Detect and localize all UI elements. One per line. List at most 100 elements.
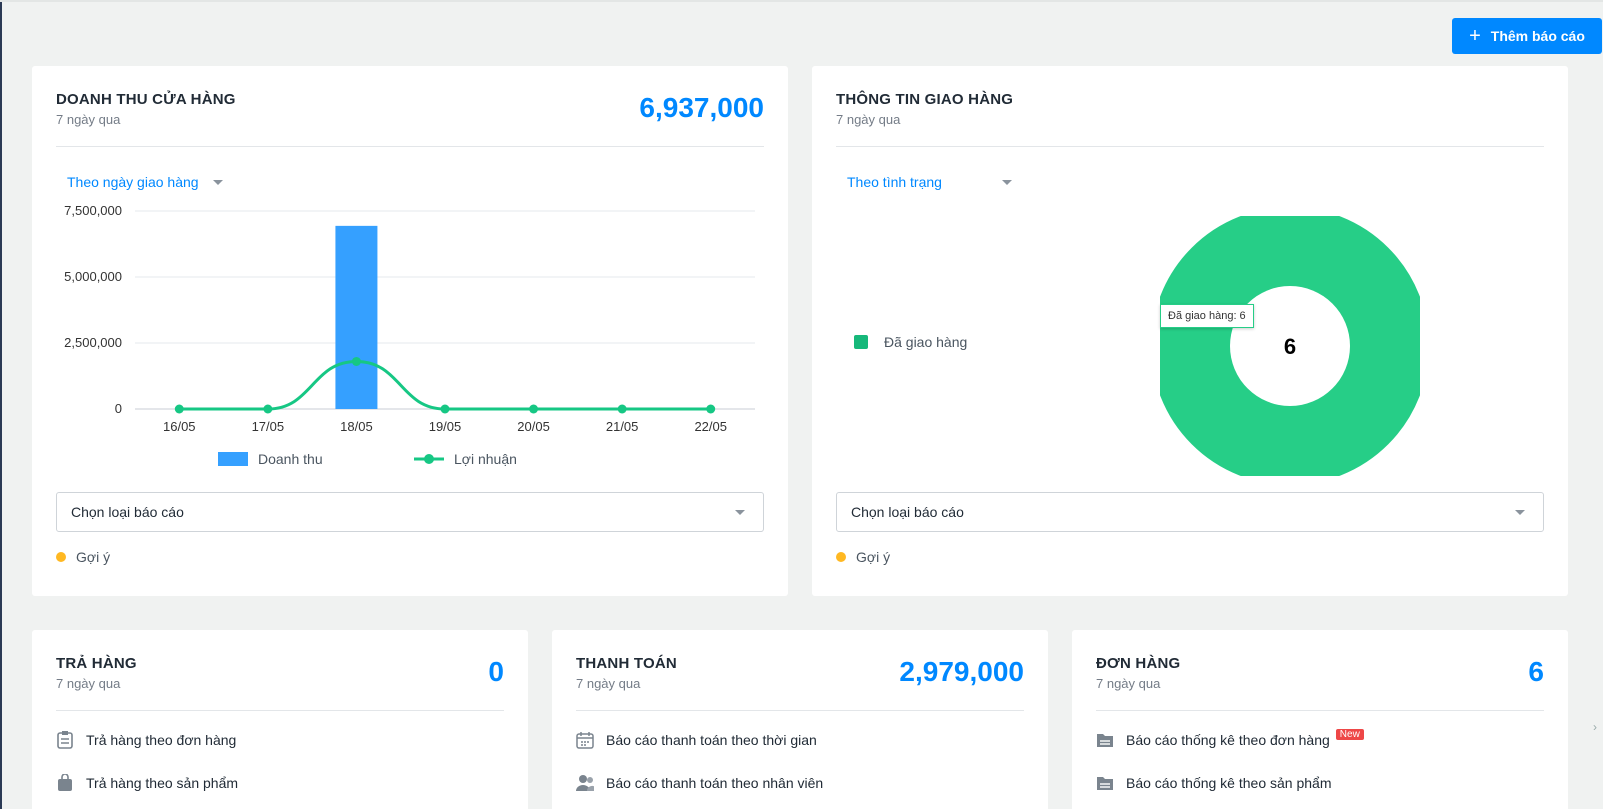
profit-point[interactable] [440, 404, 450, 414]
checklist-icon [56, 731, 74, 749]
hint-label: Gợi ý [856, 549, 891, 565]
revenue-report-type-select[interactable]: Chọn loại báo cáo [56, 492, 764, 532]
donut-center-value: 6 [1284, 334, 1296, 359]
payments-by-time-link[interactable]: Báo cáo thanh toán theo thời gian [576, 731, 817, 749]
plus-icon: + [1469, 25, 1481, 47]
select-label: Chọn loại báo cáo [851, 504, 964, 520]
hint-dot-icon [836, 552, 846, 562]
orders-item-label: Báo cáo thống kê theo đơn hàng [1126, 732, 1330, 748]
revenue-subtitle: 7 ngày qua [56, 112, 121, 127]
profit-series-line [179, 359, 711, 411]
legend-delivered[interactable]: Đã giao hàng [854, 334, 967, 350]
divider [56, 710, 504, 711]
donut-tooltip: Đã giao hàng: 6 [1160, 304, 1254, 328]
profit-point[interactable] [174, 404, 184, 414]
select-label: Chọn loại báo cáo [71, 504, 184, 520]
x-tick-label: 22/05 [694, 419, 727, 434]
payments-card: THANH TOÁN 7 ngày qua 2,979,000 Báo cáo … [552, 630, 1048, 809]
revenue-filter-label: Theo ngày giao hàng [67, 174, 199, 190]
y-tick-label: 2,500,000 [64, 335, 122, 350]
y-tick-label: 5,000,000 [64, 269, 122, 284]
revenue-value: 6,937,000 [639, 92, 764, 123]
legend-label-revenue: Doanh thu [258, 451, 323, 467]
folder-icon [1096, 731, 1114, 749]
chevron-down-icon [1515, 510, 1525, 515]
legend-revenue[interactable]: Doanh thu [218, 451, 323, 467]
divider [836, 146, 1544, 147]
returns-value: 0 [488, 656, 504, 687]
delivery-title: THÔNG TIN GIAO HÀNG [836, 91, 1014, 108]
profit-point[interactable] [706, 404, 716, 414]
orders-by-product-link[interactable]: Báo cáo thống kê theo sản phẩm [1096, 774, 1331, 792]
x-tick-label: 21/05 [606, 419, 639, 434]
revenue-title: DOANH THU CỬA HÀNG [56, 91, 236, 108]
payments-item-label: Báo cáo thanh toán theo nhân viên [606, 775, 824, 791]
y-tick-label: 7,500,000 [64, 203, 122, 218]
delivery-donut-chart: 6 [1160, 216, 1420, 476]
payments-subtitle: 7 ngày qua [576, 676, 641, 691]
top-bar-edge [0, 0, 1603, 2]
legend-swatch-delivered [854, 335, 868, 349]
chevron-down-icon [212, 179, 223, 185]
folder-icon [1096, 774, 1114, 792]
payments-by-staff-link[interactable]: Báo cáo thanh toán theo nhân viên [576, 774, 823, 792]
profit-point[interactable] [263, 404, 273, 414]
chevron-down-icon [1001, 179, 1012, 185]
delivery-subtitle: 7 ngày qua [836, 112, 901, 127]
new-badge: New [1335, 728, 1364, 740]
returns-item-label: Trả hàng theo sản phẩm [86, 775, 239, 791]
divider [1096, 710, 1544, 711]
returns-title: TRẢ HÀNG [56, 655, 137, 672]
x-tick-label: 20/05 [517, 419, 550, 434]
orders-by-order-link[interactable]: Báo cáo thống kê theo đơn hàng New [1096, 728, 1364, 749]
add-report-label: Thêm báo cáo [1490, 28, 1585, 44]
x-tick-label: 18/05 [340, 419, 373, 434]
y-tick-label: 0 [115, 401, 122, 416]
payments-title: THANH TOÁN [576, 655, 677, 672]
orders-title: ĐƠN HÀNG [1096, 655, 1181, 672]
profit-point[interactable] [351, 356, 361, 366]
legend-swatch-line [414, 454, 444, 464]
revenue-card: DOANH THU CỬA HÀNG 7 ngày qua 6,937,000 … [32, 66, 788, 596]
payments-item-label: Báo cáo thanh toán theo thời gian [606, 732, 817, 748]
hint-label: Gợi ý [76, 549, 111, 565]
delivery-hint[interactable]: Gợi ý [836, 549, 890, 565]
revenue-chart: 7,500,000 5,000,000 2,500,000 0 16/05 17/05 1… [64, 203, 755, 434]
returns-card: TRẢ HÀNG 7 ngày qua 0 Trả hàng theo đơn … [32, 630, 528, 809]
x-tick-label: 16/05 [163, 419, 196, 434]
delivery-report-type-select[interactable]: Chọn loại báo cáo [836, 492, 1544, 532]
revenue-bar[interactable] [335, 225, 378, 409]
legend-label-profit: Lợi nhuận [454, 451, 517, 467]
orders-subtitle: 7 ngày qua [1096, 676, 1161, 691]
revenue-filter-dropdown[interactable]: Theo ngày giao hàng [67, 174, 223, 190]
legend-profit[interactable]: Lợi nhuận [414, 451, 517, 467]
chevron-down-icon [735, 510, 745, 515]
returns-item-label: Trả hàng theo đơn hàng [86, 732, 237, 748]
add-report-button[interactable]: + Thêm báo cáo [1452, 18, 1602, 54]
x-tick-label: 17/05 [252, 419, 285, 434]
returns-by-order-link[interactable]: Trả hàng theo đơn hàng [56, 731, 236, 749]
orders-item-label: Báo cáo thống kê theo sản phẩm [1126, 775, 1332, 791]
legend-swatch-bar [218, 452, 248, 466]
delivery-card: THÔNG TIN GIAO HÀNG 7 ngày qua Theo tình… [812, 66, 1568, 596]
payments-value: 2,979,000 [899, 656, 1024, 687]
chevron-right-icon[interactable]: › [1593, 720, 1603, 750]
users-icon [576, 774, 594, 792]
shopping-bag-icon [56, 774, 74, 792]
returns-by-product-link[interactable]: Trả hàng theo sản phẩm [56, 774, 238, 792]
legend-label-delivered: Đã giao hàng [884, 334, 968, 350]
revenue-hint[interactable]: Gợi ý [56, 549, 110, 565]
orders-card: ĐƠN HÀNG 7 ngày qua 6 Báo cáo thống kê t… [1072, 630, 1568, 809]
delivery-filter-label: Theo tình trạng [847, 174, 942, 190]
divider [576, 710, 1024, 711]
delivery-filter-dropdown[interactable]: Theo tình trạng [847, 174, 1012, 190]
returns-subtitle: 7 ngày qua [56, 676, 121, 691]
hint-dot-icon [56, 552, 66, 562]
sidebar-edge [0, 0, 2, 809]
calendar-icon [576, 731, 594, 749]
orders-value: 6 [1528, 656, 1544, 687]
divider [56, 146, 764, 147]
x-tick-label: 19/05 [429, 419, 462, 434]
profit-point[interactable] [617, 404, 627, 414]
profit-point[interactable] [529, 404, 539, 414]
